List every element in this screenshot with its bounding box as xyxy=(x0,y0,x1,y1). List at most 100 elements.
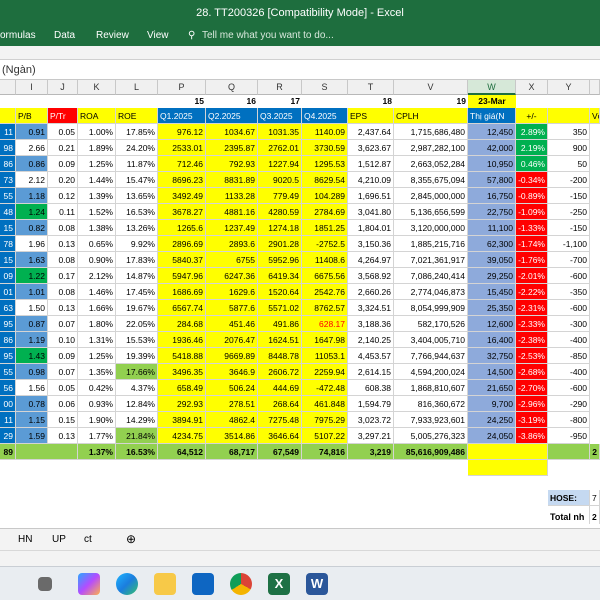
cell-cplh[interactable]: 7,933,923,601 xyxy=(394,412,468,428)
cell-pb[interactable]: 1.50 xyxy=(16,300,48,316)
cell-roa[interactable]: 1.38% xyxy=(78,220,116,236)
cell-ptr[interactable]: 0.17 xyxy=(48,268,78,284)
total-q4[interactable]: 74,816 xyxy=(302,444,348,460)
cell-q1[interactable]: 4234.75 xyxy=(158,428,206,444)
column-header-k[interactable]: K xyxy=(78,80,116,95)
worksheet-grid[interactable]: I J K L P Q R S T V W X Y 15 16 17 18 19… xyxy=(0,80,600,528)
cell-q3[interactable]: 4280.59 xyxy=(258,204,302,220)
cell-diff[interactable]: -950 xyxy=(548,428,590,444)
cell-price[interactable]: 62,300 xyxy=(468,236,516,252)
cell-id-fragment[interactable]: 98 xyxy=(0,140,16,156)
cell-pb[interactable]: 1.01 xyxy=(16,284,48,300)
cell-pb[interactable]: 0.91 xyxy=(16,124,48,140)
yellow-block[interactable] xyxy=(468,460,548,476)
column-header-fragment[interactable] xyxy=(0,80,16,95)
cell-q3[interactable]: 1520.64 xyxy=(258,284,302,300)
total-cplh[interactable]: 85,616,909,486 xyxy=(394,444,468,460)
cell-q4[interactable]: 8762.57 xyxy=(302,300,348,316)
cell-q2[interactable]: 2076.47 xyxy=(206,332,258,348)
tell-me-input[interactable]: Tell me what you want to do... xyxy=(202,30,334,41)
cell-q1[interactable]: 284.68 xyxy=(158,316,206,332)
cell-id-fragment[interactable]: 95 xyxy=(0,316,16,332)
cell-diff[interactable]: 50 xyxy=(548,156,590,172)
total-q1[interactable]: 64,512 xyxy=(158,444,206,460)
cell-q4[interactable]: 11053.1 xyxy=(302,348,348,364)
cell-change[interactable]: -1.09% xyxy=(516,204,548,220)
column-header-z[interactable] xyxy=(590,80,600,95)
cell-q2[interactable]: 2893.6 xyxy=(206,236,258,252)
cell-q4[interactable]: 6675.56 xyxy=(302,268,348,284)
header-roe[interactable]: ROE xyxy=(116,108,158,124)
cell-roa[interactable]: 1.39% xyxy=(78,188,116,204)
cell-eps[interactable]: 608.38 xyxy=(348,380,394,396)
cell-change[interactable]: -2.96% xyxy=(516,396,548,412)
cell-cplh[interactable]: 8,054,999,909 xyxy=(394,300,468,316)
cell-roa[interactable]: 0.65% xyxy=(78,236,116,252)
cell-change[interactable]: -1.33% xyxy=(516,220,548,236)
cell-roe[interactable]: 19.67% xyxy=(116,300,158,316)
cell-roe[interactable]: 13.65% xyxy=(116,188,158,204)
cell-q4[interactable]: 1140.09 xyxy=(302,124,348,140)
chrome-icon[interactable] xyxy=(230,573,252,595)
cell-diff[interactable]: -800 xyxy=(548,412,590,428)
cell-eps[interactable]: 3,150.36 xyxy=(348,236,394,252)
cell-ptr[interactable]: 0.09 xyxy=(48,348,78,364)
cell-change[interactable]: -2.33% xyxy=(516,316,548,332)
cell-id-fragment[interactable]: 48 xyxy=(0,204,16,220)
cell-price[interactable]: 21,650 xyxy=(468,380,516,396)
total-z[interactable]: 2 xyxy=(590,444,600,460)
cell-ptr[interactable]: 0.12 xyxy=(48,188,78,204)
cell-ptr[interactable]: 0.08 xyxy=(48,284,78,300)
cell-eps[interactable]: 1,696.51 xyxy=(348,188,394,204)
tab-formulas[interactable]: ormulas xyxy=(0,30,36,41)
cell-roa[interactable]: 2.12% xyxy=(78,268,116,284)
cell-diff[interactable]: -300 xyxy=(548,316,590,332)
cell-q3[interactable]: 6419.34 xyxy=(258,268,302,284)
cell-eps[interactable]: 1,512.87 xyxy=(348,156,394,172)
cell-q4[interactable]: 2784.69 xyxy=(302,204,348,220)
cell-change[interactable]: 2.19% xyxy=(516,140,548,156)
cell-q3[interactable]: 2762.01 xyxy=(258,140,302,156)
task-view-icon[interactable] xyxy=(38,577,52,591)
total-fragment[interactable]: 89 xyxy=(0,444,16,460)
cell-cplh[interactable]: 5,136,656,599 xyxy=(394,204,468,220)
cell-q2[interactable]: 1629.6 xyxy=(206,284,258,300)
formula-value[interactable]: (Ngàn) xyxy=(2,64,36,76)
cell-q1[interactable]: 292.93 xyxy=(158,396,206,412)
cell-eps[interactable]: 3,324.51 xyxy=(348,300,394,316)
cell-diff[interactable]: -600 xyxy=(548,268,590,284)
cell-ptr[interactable]: 0.09 xyxy=(48,156,78,172)
cell-roe[interactable]: 15.47% xyxy=(116,172,158,188)
cell-price[interactable]: 9,700 xyxy=(468,396,516,412)
cell-price[interactable]: 14,500 xyxy=(468,364,516,380)
cell-pb[interactable]: 2.12 xyxy=(16,172,48,188)
column-header-l[interactable]: L xyxy=(116,80,158,95)
cell-cplh[interactable]: 8,355,675,094 xyxy=(394,172,468,188)
header-von[interactable]: Vố xyxy=(590,108,600,124)
cell-ptr[interactable]: 0.15 xyxy=(48,412,78,428)
cell-q2[interactable]: 3646.9 xyxy=(206,364,258,380)
cell-pb[interactable]: 0.82 xyxy=(16,220,48,236)
cell-q2[interactable]: 451.46 xyxy=(206,316,258,332)
cell-q1[interactable]: 8696.23 xyxy=(158,172,206,188)
cell-ptr[interactable]: 0.08 xyxy=(48,252,78,268)
header-q3[interactable]: Q3.2025 xyxy=(258,108,302,124)
column-header-s[interactable]: S xyxy=(302,80,348,95)
copilot-icon[interactable] xyxy=(78,573,100,595)
sheet-tab-hn[interactable]: HN xyxy=(18,534,32,545)
cell-eps[interactable]: 3,023.72 xyxy=(348,412,394,428)
cell-roa[interactable]: 1.44% xyxy=(78,172,116,188)
cell-diff[interactable]: -600 xyxy=(548,300,590,316)
cell-price[interactable]: 29,250 xyxy=(468,268,516,284)
cell-q4[interactable]: 1647.98 xyxy=(302,332,348,348)
cell-pb[interactable]: 2.66 xyxy=(16,140,48,156)
cell-pb[interactable]: 1.96 xyxy=(16,236,48,252)
word-icon[interactable]: W xyxy=(306,573,328,595)
cell-roa[interactable]: 1.80% xyxy=(78,316,116,332)
cell-roe[interactable]: 17.45% xyxy=(116,284,158,300)
cell-eps[interactable]: 1,594.79 xyxy=(348,396,394,412)
cell-q4[interactable]: 2259.94 xyxy=(302,364,348,380)
cell-q2[interactable]: 2395.87 xyxy=(206,140,258,156)
cell-q1[interactable]: 3894.91 xyxy=(158,412,206,428)
cell-price[interactable]: 39,050 xyxy=(468,252,516,268)
